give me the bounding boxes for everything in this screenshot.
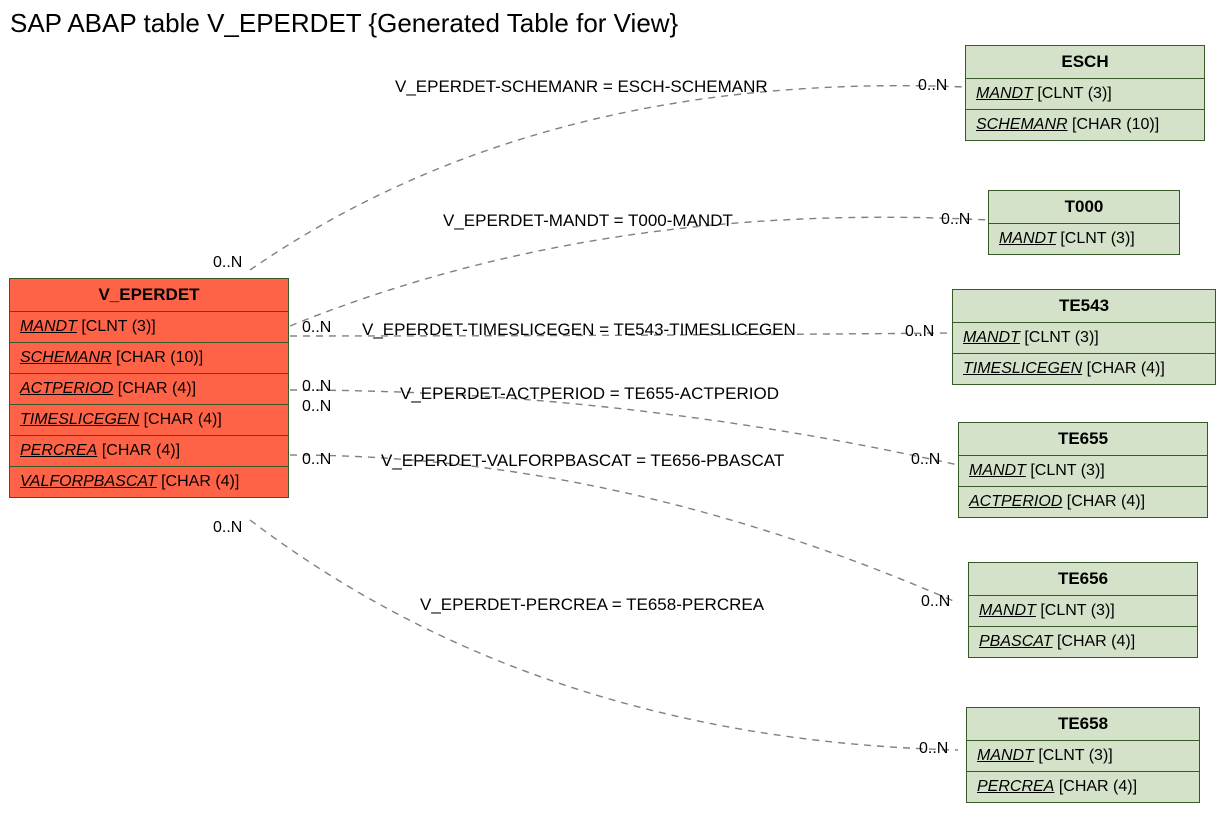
field-type: [CHAR (4)] xyxy=(1067,493,1145,510)
entity-header: TE656 xyxy=(969,563,1197,596)
cardinality-left-r4: 0..N xyxy=(302,398,331,416)
entity-header: TE658 xyxy=(967,708,1199,741)
relation-label-te655: V_EPERDET-ACTPERIOD = TE655-ACTPERIOD xyxy=(400,384,779,404)
field-type: [CHAR (10)] xyxy=(116,349,203,366)
entity-field: SCHEMANR [CHAR (10)] xyxy=(10,343,288,374)
field-name: TIMESLICEGEN xyxy=(20,411,139,428)
entity-field: PERCREA [CHAR (4)] xyxy=(967,772,1199,802)
entity-header: TE543 xyxy=(953,290,1215,323)
cardinality-left-r2: 0..N xyxy=(302,319,331,337)
field-name: ACTPERIOD xyxy=(969,493,1062,510)
field-name: MANDT xyxy=(977,747,1034,764)
entity-header: ESCH xyxy=(966,46,1204,79)
field-name: PBASCAT xyxy=(979,633,1053,650)
entity-field: MANDT [CLNT (3)] xyxy=(989,224,1179,254)
field-type: [CHAR (4)] xyxy=(102,442,180,459)
entity-te543: TE543 MANDT [CLNT (3)] TIMESLICEGEN [CHA… xyxy=(952,289,1216,385)
field-name: SCHEMANR xyxy=(20,349,112,366)
entity-field: MANDT [CLNT (3)] xyxy=(959,456,1207,487)
field-type: [CHAR (4)] xyxy=(1087,360,1165,377)
cardinality-left-r5: 0..N xyxy=(302,451,331,469)
entity-te655: TE655 MANDT [CLNT (3)] ACTPERIOD [CHAR (… xyxy=(958,422,1208,518)
page-title: SAP ABAP table V_EPERDET {Generated Tabl… xyxy=(10,8,678,39)
field-name: ACTPERIOD xyxy=(20,380,113,397)
relation-label-te658: V_EPERDET-PERCREA = TE658-PERCREA xyxy=(420,595,764,615)
entity-esch: ESCH MANDT [CLNT (3)] SCHEMANR [CHAR (10… xyxy=(965,45,1205,141)
cardinality-left-r6: 0..N xyxy=(213,519,242,537)
field-name: MANDT xyxy=(979,602,1036,619)
field-name: PERCREA xyxy=(977,778,1054,795)
entity-te656: TE656 MANDT [CLNT (3)] PBASCAT [CHAR (4)… xyxy=(968,562,1198,658)
field-type: [CLNT (3)] xyxy=(1037,85,1111,102)
entity-header: TE655 xyxy=(959,423,1207,456)
entity-header: V_EPERDET xyxy=(10,279,288,312)
cardinality-right-r4: 0..N xyxy=(911,451,940,469)
entity-field: MANDT [CLNT (3)] xyxy=(953,323,1215,354)
field-type: [CLNT (3)] xyxy=(1024,329,1098,346)
field-type: [CHAR (4)] xyxy=(1059,778,1137,795)
field-name: MANDT xyxy=(20,318,77,335)
cardinality-right-r5: 0..N xyxy=(921,593,950,611)
entity-header: T000 xyxy=(989,191,1179,224)
field-type: [CHAR (4)] xyxy=(1057,633,1135,650)
entity-field: PBASCAT [CHAR (4)] xyxy=(969,627,1197,657)
field-type: [CLNT (3)] xyxy=(81,318,155,335)
cardinality-right-r3: 0..N xyxy=(905,323,934,341)
entity-field: MANDT [CLNT (3)] xyxy=(969,596,1197,627)
field-type: [CLNT (3)] xyxy=(1038,747,1112,764)
entity-field: SCHEMANR [CHAR (10)] xyxy=(966,110,1204,140)
field-name: MANDT xyxy=(963,329,1020,346)
entity-field: ACTPERIOD [CHAR (4)] xyxy=(10,374,288,405)
field-name: VALFORPBASCAT xyxy=(20,473,157,490)
entity-field: MANDT [CLNT (3)] xyxy=(967,741,1199,772)
relation-label-esch: V_EPERDET-SCHEMANR = ESCH-SCHEMANR xyxy=(395,77,768,97)
cardinality-right-r2: 0..N xyxy=(941,211,970,229)
field-name: PERCREA xyxy=(20,442,97,459)
field-type: [CHAR (10)] xyxy=(1072,116,1159,133)
entity-t000: T000 MANDT [CLNT (3)] xyxy=(988,190,1180,255)
field-type: [CHAR (4)] xyxy=(144,411,222,428)
field-type: [CLNT (3)] xyxy=(1030,462,1104,479)
cardinality-right-r1: 0..N xyxy=(918,77,947,95)
relation-label-te543: V_EPERDET-TIMESLICEGEN = TE543-TIMESLICE… xyxy=(362,320,796,340)
field-type: [CLNT (3)] xyxy=(1040,602,1114,619)
entity-field: MANDT [CLNT (3)] xyxy=(10,312,288,343)
relation-label-t000: V_EPERDET-MANDT = T000-MANDT xyxy=(443,211,733,231)
field-type: [CLNT (3)] xyxy=(1060,230,1134,247)
entity-field: VALFORPBASCAT [CHAR (4)] xyxy=(10,467,288,497)
entity-field: TIMESLICEGEN [CHAR (4)] xyxy=(953,354,1215,384)
field-name: MANDT xyxy=(999,230,1056,247)
entity-field: PERCREA [CHAR (4)] xyxy=(10,436,288,467)
field-name: MANDT xyxy=(969,462,1026,479)
entity-v-eperdet: V_EPERDET MANDT [CLNT (3)] SCHEMANR [CHA… xyxy=(9,278,289,498)
cardinality-left-r1: 0..N xyxy=(213,254,242,272)
relation-label-te656: V_EPERDET-VALFORPBASCAT = TE656-PBASCAT xyxy=(381,451,784,471)
field-name: TIMESLICEGEN xyxy=(963,360,1082,377)
entity-field: MANDT [CLNT (3)] xyxy=(966,79,1204,110)
field-type: [CHAR (4)] xyxy=(161,473,239,490)
entity-field: TIMESLICEGEN [CHAR (4)] xyxy=(10,405,288,436)
cardinality-right-r6: 0..N xyxy=(919,740,948,758)
entity-field: ACTPERIOD [CHAR (4)] xyxy=(959,487,1207,517)
field-name: SCHEMANR xyxy=(976,116,1068,133)
cardinality-left-r3: 0..N xyxy=(302,378,331,396)
field-type: [CHAR (4)] xyxy=(118,380,196,397)
entity-te658: TE658 MANDT [CLNT (3)] PERCREA [CHAR (4)… xyxy=(966,707,1200,803)
field-name: MANDT xyxy=(976,85,1033,102)
